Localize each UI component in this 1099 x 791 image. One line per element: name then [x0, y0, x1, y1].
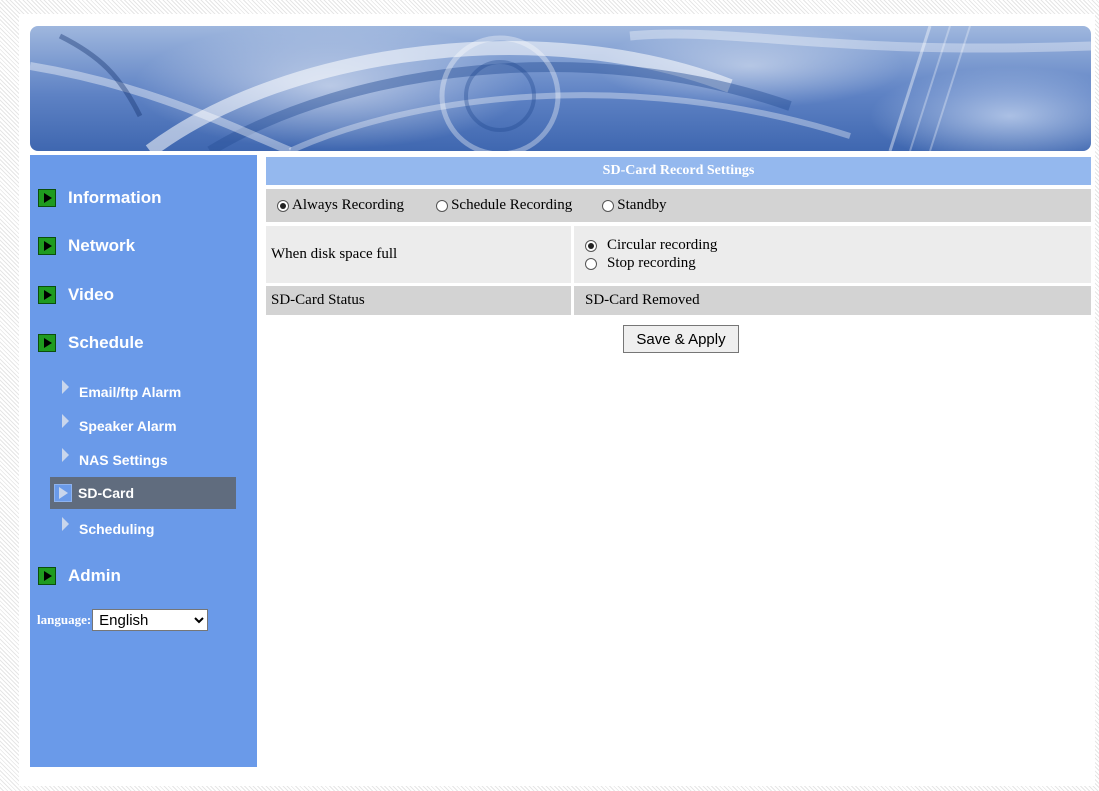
option-label: Circular recording	[607, 237, 718, 253]
radio-selected-icon[interactable]	[277, 199, 289, 212]
sidebar: Information Network Video Schedule Email…	[30, 155, 257, 767]
radio-unselected-icon[interactable]	[436, 199, 449, 212]
nav-information-label: Information	[68, 188, 162, 207]
save-container: Save & Apply	[266, 325, 1091, 353]
language-label: language:	[37, 612, 92, 627]
mode-label: Schedule Recording	[451, 197, 573, 213]
triangle-icon	[62, 448, 69, 462]
green-arrow-icon	[38, 189, 56, 207]
mode-label: Standby	[617, 197, 667, 213]
nav-information[interactable]: Information	[38, 185, 162, 211]
radio-unselected-icon[interactable]	[585, 257, 597, 270]
triangle-icon	[62, 517, 69, 531]
save-apply-button[interactable]: Save & Apply	[623, 325, 739, 353]
subnav-nas-settings[interactable]: NAS Settings	[50, 445, 236, 475]
mode-always-recording[interactable]: Always Recording	[277, 197, 404, 214]
subnav-label: Scheduling	[79, 521, 155, 537]
option-label: Stop recording	[607, 255, 696, 271]
subnav-label: SD-Card	[78, 485, 135, 501]
green-arrow-icon	[38, 567, 56, 585]
page-title: SD-Card Record Settings	[266, 157, 1091, 185]
option-stop-recording[interactable]: Stop recording	[585, 255, 1091, 272]
disk-full-options: Circular recording Stop recording	[574, 226, 1091, 283]
option-circular-recording[interactable]: Circular recording	[585, 237, 1091, 254]
subnav-email-ftp-alarm[interactable]: Email/ftp Alarm	[50, 377, 236, 407]
disk-full-row: When disk space full Circular recording …	[266, 226, 1091, 283]
nav-admin-label: Admin	[68, 566, 121, 585]
nav-video-label: Video	[68, 285, 114, 304]
banner-graphic	[30, 26, 1091, 151]
nav-admin[interactable]: Admin	[38, 563, 121, 589]
radio-unselected-icon[interactable]	[602, 199, 615, 212]
status-label: SD-Card Status	[266, 286, 571, 315]
triangle-icon	[54, 484, 72, 502]
subnav-label: Email/ftp Alarm	[79, 384, 182, 400]
mode-label: Always Recording	[292, 197, 405, 213]
language-select[interactable]: English	[92, 609, 209, 631]
triangle-icon	[62, 414, 69, 428]
nav-video[interactable]: Video	[38, 282, 114, 308]
language-selector: language: English	[37, 609, 209, 631]
subnav-sd-card[interactable]: SD-Card	[50, 477, 236, 509]
main-content: SD-Card Record Settings Always Recording…	[266, 157, 1091, 353]
subnav-label: Speaker Alarm	[79, 418, 177, 434]
green-arrow-icon	[38, 286, 56, 304]
recording-mode-row: Always Recording Schedule Recording Stan…	[266, 189, 1091, 222]
radio-selected-icon[interactable]	[585, 239, 597, 252]
mode-standby[interactable]: Standby	[602, 197, 666, 214]
nav-network-label: Network	[68, 236, 136, 255]
status-row: SD-Card Status SD-Card Removed	[266, 286, 1091, 315]
nav-network[interactable]: Network	[38, 233, 135, 259]
header-banner	[30, 26, 1091, 151]
status-value: SD-Card Removed	[574, 286, 1091, 315]
subnav-scheduling[interactable]: Scheduling	[50, 514, 236, 544]
green-arrow-icon	[38, 237, 56, 255]
nav-schedule-label: Schedule	[68, 333, 144, 352]
green-arrow-icon	[38, 334, 56, 352]
triangle-icon	[62, 380, 69, 394]
subnav-speaker-alarm[interactable]: Speaker Alarm	[50, 411, 236, 441]
disk-full-label: When disk space full	[266, 226, 571, 283]
nav-schedule[interactable]: Schedule	[38, 330, 144, 356]
subnav-label: NAS Settings	[79, 452, 168, 468]
mode-schedule-recording[interactable]: Schedule Recording	[436, 197, 572, 214]
